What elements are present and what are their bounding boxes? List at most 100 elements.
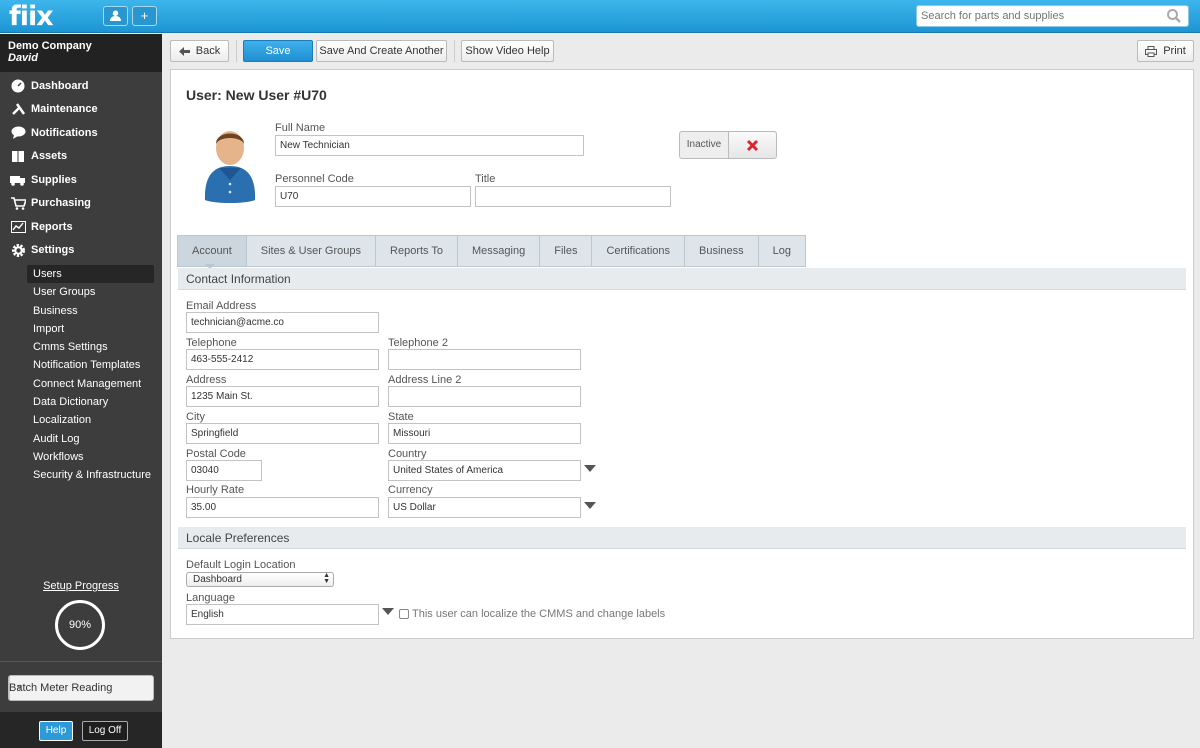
user-form-panel: User: New User #U70 Full Name New Techni… xyxy=(170,69,1194,639)
state-input[interactable]: Missouri xyxy=(388,423,581,444)
sidebar: Demo Company David Dashboard Maintenance… xyxy=(0,34,162,748)
search-icon[interactable] xyxy=(1166,8,1182,24)
country-dropdown-arrow-icon[interactable] xyxy=(584,465,596,472)
add-new-button[interactable]: + xyxy=(132,6,157,26)
sidebar-footer: Help Log Off xyxy=(0,712,162,748)
page-title: User: New User #U70 xyxy=(186,87,327,103)
postal-code-input[interactable]: 03040 xyxy=(186,460,262,481)
log-off-button[interactable]: Log Off xyxy=(82,721,128,741)
address-line-2-label: Address Line 2 xyxy=(388,374,462,386)
gear-icon xyxy=(10,243,26,257)
nav-label: Assets xyxy=(31,150,68,163)
nav-reports[interactable]: Reports xyxy=(0,215,162,239)
tab-sites-user-groups[interactable]: Sites & User Groups xyxy=(246,235,377,267)
status-toggle[interactable]: Inactive xyxy=(679,131,777,159)
search-box[interactable] xyxy=(916,5,1189,27)
subnav-connect-management[interactable]: Connect Management xyxy=(0,375,154,393)
status-label: Inactive xyxy=(686,139,722,150)
tab-log[interactable]: Log xyxy=(758,235,807,267)
search-input[interactable] xyxy=(917,6,1157,26)
subnav-localization[interactable]: Localization xyxy=(0,411,154,429)
nav-label: Purchasing xyxy=(31,197,91,210)
nav-dashboard[interactable]: Dashboard xyxy=(0,74,162,98)
save-and-create-another-button[interactable]: Save And Create Another xyxy=(316,40,447,62)
subnav-user-groups[interactable]: User Groups xyxy=(0,283,154,301)
hourly-rate-input[interactable]: 35.00 xyxy=(186,497,379,518)
settings-subnav: Users User Groups Business Import Cmms S… xyxy=(0,265,162,485)
printer-icon xyxy=(1145,45,1158,57)
tab-files[interactable]: Files xyxy=(540,235,593,267)
subnav-security-infrastructure[interactable]: Security & Infrastructure xyxy=(0,466,154,484)
fiix-logo[interactable]: fiix xyxy=(9,1,54,32)
company-header: Demo Company David xyxy=(0,34,162,72)
help-button[interactable]: Help xyxy=(39,721,73,741)
sidebar-divider xyxy=(0,661,162,662)
nav-notifications[interactable]: Notifications xyxy=(0,121,162,145)
personnel-code-label: Personnel Code xyxy=(275,173,354,185)
telephone-2-input[interactable] xyxy=(388,349,581,370)
nav-settings[interactable]: Settings xyxy=(0,239,162,263)
title-label: Title xyxy=(475,173,496,185)
nav-assets[interactable]: Assets xyxy=(0,145,162,169)
hourly-rate-label: Hourly Rate xyxy=(186,484,245,496)
full-name-input[interactable]: New Technician xyxy=(275,135,584,156)
address-label: Address xyxy=(186,374,227,386)
language-select[interactable]: English xyxy=(186,604,379,625)
city-label: City xyxy=(186,411,205,423)
address-input[interactable]: 1235 Main St. xyxy=(186,386,379,407)
chat-bubble-icon xyxy=(10,126,26,140)
setup-progress-link[interactable]: Setup Progress xyxy=(0,580,162,592)
nav-purchasing[interactable]: Purchasing xyxy=(0,192,162,216)
tab-certifications[interactable]: Certifications xyxy=(592,235,686,267)
cart-icon xyxy=(10,196,26,210)
currency-dropdown-arrow-icon[interactable] xyxy=(584,502,596,509)
default-login-location-select[interactable]: Dashboard ▲ ▼ xyxy=(186,572,334,587)
nav-label: Reports xyxy=(31,220,73,233)
email-input[interactable]: technician@acme.co xyxy=(186,312,379,333)
user-name: David xyxy=(8,52,38,64)
setup-progress-ring: 90% xyxy=(55,600,105,650)
chart-icon xyxy=(10,220,26,234)
personnel-code-input[interactable]: U70 xyxy=(275,186,471,207)
tab-messaging[interactable]: Messaging xyxy=(458,235,541,267)
save-label: Save xyxy=(265,45,291,57)
country-select[interactable]: United States of America xyxy=(388,460,581,481)
language-dropdown-arrow-icon[interactable] xyxy=(382,608,394,615)
main-nav: Dashboard Maintenance Notifications Asse… xyxy=(0,74,162,262)
subnav-import[interactable]: Import xyxy=(0,320,154,338)
postal-code-label: Postal Code xyxy=(186,448,246,460)
print-button[interactable]: Print xyxy=(1137,40,1194,62)
address-line-2-input[interactable] xyxy=(388,386,581,407)
telephone-2-label: Telephone 2 xyxy=(388,337,448,349)
show-video-help-button[interactable]: Show Video Help xyxy=(461,40,554,62)
subnav-business[interactable]: Business xyxy=(0,302,154,320)
dashboard-icon xyxy=(10,79,26,93)
localize-cmms-checkbox[interactable] xyxy=(399,609,409,619)
subnav-users[interactable]: Users xyxy=(27,265,154,284)
nav-supplies[interactable]: Supplies xyxy=(0,168,162,192)
telephone-input[interactable]: 463-555-2412 xyxy=(186,349,379,370)
inactive-x-icon[interactable] xyxy=(728,132,776,158)
nav-maintenance[interactable]: Maintenance xyxy=(0,98,162,122)
currency-select[interactable]: US Dollar xyxy=(388,497,581,518)
subnav-data-dictionary[interactable]: Data Dictionary xyxy=(0,393,154,411)
contact-information-header: Contact Information xyxy=(178,268,1186,290)
user-icon xyxy=(110,10,121,21)
back-button[interactable]: Back xyxy=(170,40,229,62)
tab-account[interactable]: Account xyxy=(177,235,247,267)
batch-meter-reading-label: Batch Meter Reading xyxy=(9,682,113,694)
title-input[interactable] xyxy=(475,186,671,207)
subnav-workflows[interactable]: Workflows xyxy=(0,448,154,466)
subnav-notification-templates[interactable]: Notification Templates xyxy=(0,356,154,374)
country-label: Country xyxy=(388,448,427,460)
tab-business[interactable]: Business xyxy=(685,235,759,267)
subnav-audit-log[interactable]: Audit Log xyxy=(0,430,154,448)
nav-label: Supplies xyxy=(31,173,77,186)
subnav-cmms-settings[interactable]: Cmms Settings xyxy=(0,338,154,356)
city-input[interactable]: Springfield xyxy=(186,423,379,444)
user-profile-button[interactable] xyxy=(103,6,128,26)
save-button[interactable]: Save xyxy=(243,40,313,62)
currency-label: Currency xyxy=(388,484,433,496)
tab-reports-to[interactable]: Reports To xyxy=(376,235,459,267)
batch-meter-reading-button[interactable]: Batch Meter Reading ▼ xyxy=(8,675,154,701)
